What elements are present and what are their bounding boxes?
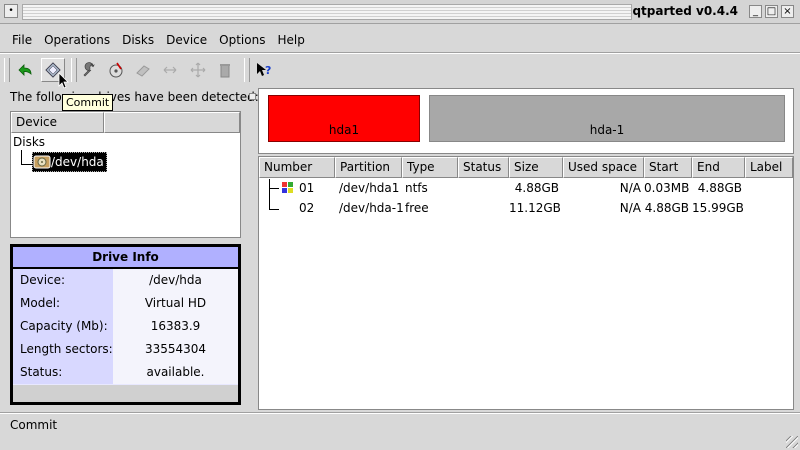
disk-map-partition-free[interactable]: hda-1 — [429, 95, 785, 142]
drive-info-row-model: Model: Virtual HD — [13, 292, 238, 315]
whats-this-button[interactable]: ? — [252, 58, 276, 82]
hard-disk-icon — [33, 155, 51, 169]
device-tree[interactable]: Device Disks /dev/hda — [10, 111, 241, 238]
cell-end: 4.88GB — [697, 181, 742, 195]
toolbar-grip-3[interactable] — [244, 58, 250, 82]
cell-type: free — [405, 201, 429, 215]
move-icon — [190, 62, 206, 78]
eraser-icon — [136, 65, 150, 77]
tree-item-hda[interactable]: /dev/hda — [32, 152, 107, 172]
drive-info-row-status: Status: available. — [13, 361, 238, 384]
menu-bar: File Operations Disks Device Options Help — [6, 30, 794, 50]
cell-size: 11.12GB — [509, 201, 561, 215]
col-status[interactable]: Status — [458, 157, 509, 178]
whats-this-icon: ? — [257, 63, 271, 77]
drive-info-row-device: Device: /dev/hda — [13, 269, 238, 292]
status-separator — [0, 412, 800, 414]
wrench-icon — [83, 62, 95, 77]
disk-map-partition-hda1[interactable]: hda1 — [268, 95, 420, 142]
drive-info-title: Drive Info — [13, 247, 238, 269]
drive-info-footer — [13, 385, 238, 402]
window-menu-button[interactable]: • — [4, 4, 18, 18]
col-end[interactable]: End — [692, 157, 745, 178]
cell-end: 15.99GB — [692, 201, 744, 215]
svg-text:?: ? — [265, 64, 271, 77]
col-size[interactable]: Size — [509, 157, 563, 178]
col-label[interactable]: Label — [745, 157, 793, 178]
col-type[interactable]: Type — [402, 157, 458, 178]
menu-device[interactable]: Device — [160, 30, 213, 50]
menu-disks[interactable]: Disks — [116, 30, 160, 50]
drive-info-key: Status: — [13, 361, 120, 384]
drive-info-key: Capacity (Mb): — [13, 315, 120, 338]
drive-info-value: available. — [113, 361, 238, 384]
resize-icon — [163, 66, 177, 74]
mouse-cursor-icon — [58, 72, 69, 89]
table-row[interactable]: 01 /dev/hda1 ntfs 4.88GB N/A 0.03MB 4.88… — [259, 178, 793, 198]
toolbar: ? — [0, 54, 800, 86]
maximize-button[interactable]: □ — [765, 5, 778, 18]
tree-branch-line — [21, 150, 32, 165]
drive-info-value: /dev/hda — [113, 269, 238, 292]
check-button[interactable] — [104, 58, 128, 82]
panel-splitter[interactable] — [249, 88, 255, 410]
col-used-space[interactable]: Used space — [563, 157, 644, 178]
cell-type: ntfs — [405, 181, 428, 195]
cell-used-space: N/A — [619, 201, 641, 215]
partition-table[interactable]: Number Partition Type Status Size Used s… — [258, 156, 794, 410]
delete-button[interactable] — [213, 58, 237, 82]
disk-check-icon — [109, 62, 123, 78]
tree-root-disks[interactable]: Disks — [13, 135, 45, 149]
cell-start: 0.03MB — [644, 181, 690, 195]
title-bar[interactable]: • qtparted v0.4.4 _ □ × — [0, 0, 800, 24]
col-start[interactable]: Start — [644, 157, 692, 178]
cell-size: 4.88GB — [514, 181, 559, 195]
disk-map: hda1 hda-1 — [258, 88, 794, 154]
undo-icon — [18, 64, 32, 76]
table-row[interactable]: 02 /dev/hda-1 free 11.12GB N/A 4.88GB 15… — [259, 198, 793, 218]
cell-number: 01 — [299, 181, 315, 195]
minimize-button[interactable]: _ — [749, 5, 762, 18]
undo-button[interactable] — [13, 58, 37, 82]
cell-partition: /dev/hda1 — [339, 181, 400, 195]
drive-info-key: Device: — [13, 269, 120, 292]
tree-item-label: /dev/hda — [51, 155, 104, 169]
detected-drives-label: The following drives have been detected: — [10, 90, 259, 104]
status-bar-text: Commit — [10, 418, 58, 432]
properties-button[interactable] — [78, 58, 102, 82]
drive-info-value: 33554304 — [113, 338, 238, 361]
drive-info-value: 16383.9 — [113, 315, 238, 338]
close-button[interactable]: × — [781, 5, 794, 18]
drive-info-key: Length sectors: — [13, 338, 120, 361]
move-button[interactable] — [186, 58, 210, 82]
tree-header-device[interactable]: Device — [11, 112, 104, 133]
cell-used-space: N/A — [619, 181, 641, 195]
drive-info-row-capacity: Capacity (Mb): 16383.9 — [13, 315, 238, 338]
toolbar-grip-2[interactable] — [71, 58, 77, 82]
menu-help[interactable]: Help — [271, 30, 310, 50]
drive-info-value: Virtual HD — [113, 292, 238, 315]
col-partition[interactable]: Partition — [335, 157, 402, 178]
toolbar-grip[interactable] — [4, 58, 10, 82]
cell-partition: /dev/hda-1 — [339, 201, 404, 215]
menu-file[interactable]: File — [6, 30, 38, 50]
splitter-handle[interactable] — [249, 93, 256, 100]
windows-logo-icon — [282, 182, 293, 193]
menu-options[interactable]: Options — [213, 30, 271, 50]
trash-icon — [220, 64, 230, 78]
menu-operations[interactable]: Operations — [38, 30, 116, 50]
tree-header-empty[interactable] — [104, 112, 240, 133]
cell-start: 4.88GB — [644, 201, 689, 215]
resize-button[interactable] — [158, 58, 182, 82]
col-number[interactable]: Number — [259, 157, 335, 178]
drive-info-row-length: Length sectors: 33554304 — [13, 338, 238, 361]
drive-info-key: Model: — [13, 292, 120, 315]
commit-tooltip: Commit — [62, 94, 114, 111]
window-title: qtparted v0.4.4 — [632, 4, 738, 18]
title-bar-stripes — [22, 4, 632, 20]
format-button[interactable] — [131, 58, 155, 82]
resize-grip[interactable] — [786, 436, 798, 448]
drive-info-panel: Drive Info Device: /dev/hda Model: Virtu… — [10, 244, 241, 405]
cell-number: 02 — [299, 201, 315, 215]
